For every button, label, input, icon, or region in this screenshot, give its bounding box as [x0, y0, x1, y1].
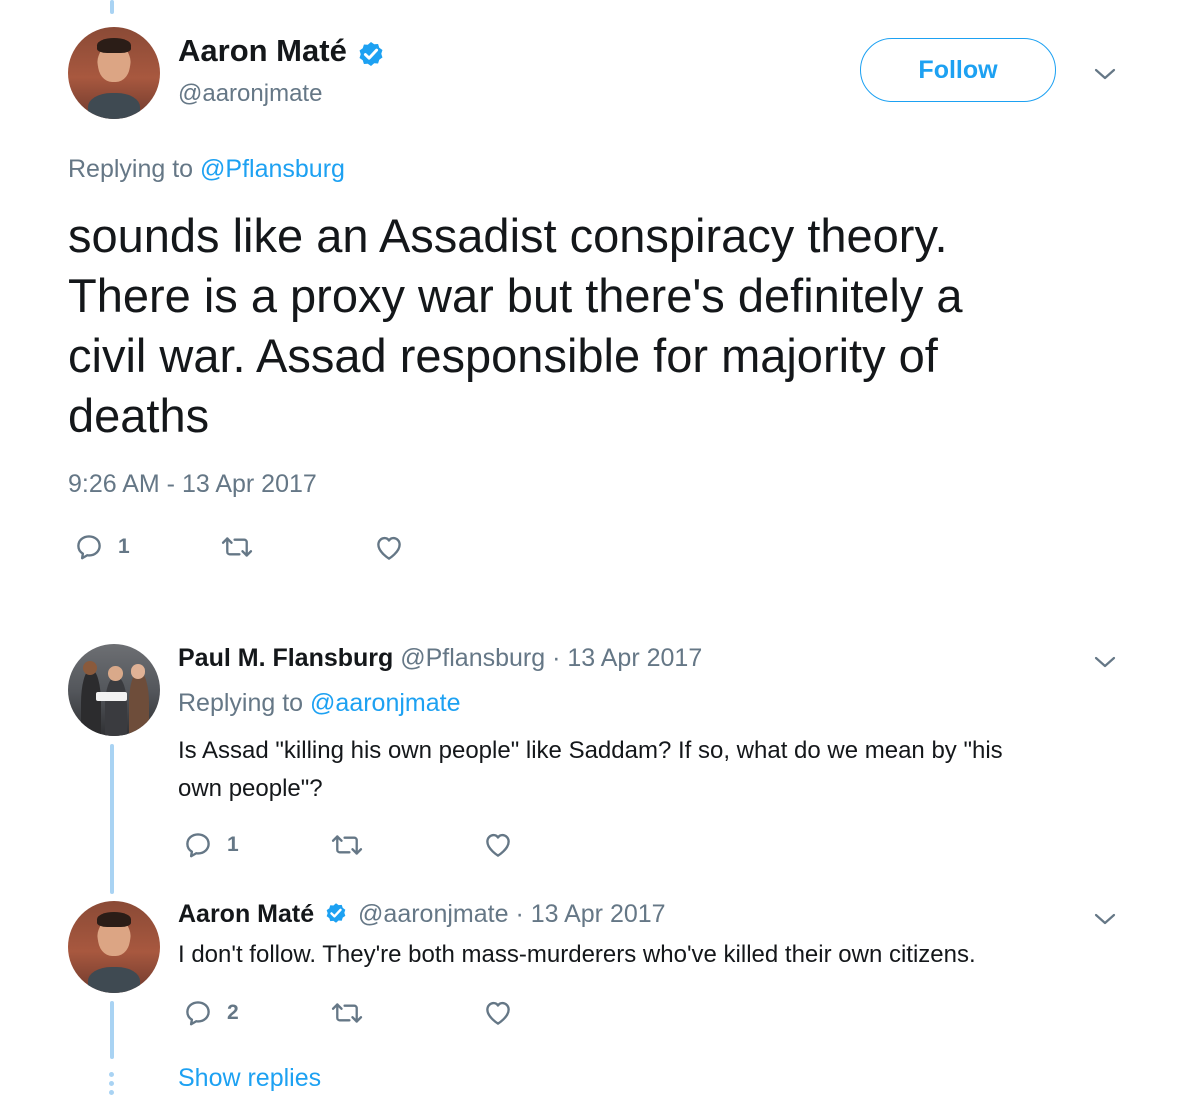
replying-to: Replying to @Pflansburg	[68, 155, 345, 184]
reply-action[interactable]: 2	[183, 998, 239, 1028]
thread-line	[110, 1001, 114, 1059]
retweet-icon[interactable]	[330, 830, 364, 860]
tweet-text-line: There is a proxy war but there's definit…	[68, 269, 963, 322]
handle[interactable]: @Pflansburg	[400, 644, 545, 672]
like-icon[interactable]	[482, 830, 514, 860]
handle[interactable]: @aaronjmate	[358, 900, 508, 928]
replying-to-link[interactable]: @Pflansburg	[200, 155, 345, 183]
verified-badge-icon	[359, 41, 383, 66]
reply-text-line: Is Assad "killing his own people" like S…	[178, 737, 1003, 764]
reply-count: 2	[227, 1001, 239, 1024]
thread-line-top	[110, 0, 114, 14]
reply-text: I don't follow. They're both mass-murder…	[178, 941, 976, 968]
reply-icon	[186, 1001, 210, 1026]
tweet-text-line: civil war. Assad responsible for majorit…	[68, 329, 938, 382]
tweet-text-line: deaths	[68, 389, 210, 442]
chevron-down-icon[interactable]	[1093, 650, 1117, 674]
replying-to-link[interactable]: @aaronjmate	[310, 689, 460, 717]
chevron-down-icon[interactable]	[1093, 62, 1117, 86]
reply-action[interactable]: 1	[74, 532, 130, 562]
reply-icon	[186, 833, 210, 858]
reply-count: 1	[227, 833, 239, 856]
tweet-date[interactable]: · 13 Apr 2017	[515, 900, 665, 928]
main-tweet-text: sounds like an Assadist conspiracy theor…	[68, 206, 963, 446]
more-dots-icon	[109, 1072, 115, 1095]
display-name[interactable]: Aaron Maté	[178, 33, 347, 68]
replying-prefix: Replying to	[68, 155, 194, 183]
show-replies-link[interactable]: Show replies	[178, 1064, 321, 1093]
reply-header: Paul M. Flansburg @Pflansburg · 13 Apr 2…	[178, 644, 702, 673]
main-tweet-header: Aaron Maté	[178, 33, 387, 70]
avatar[interactable]	[68, 644, 160, 736]
reply-text: Is Assad "killing his own people" like S…	[178, 732, 1003, 808]
handle[interactable]: @aaronjmate	[178, 80, 322, 108]
reply-icon	[77, 535, 101, 560]
thread-line	[110, 744, 114, 894]
replying-prefix: Replying to	[178, 689, 304, 717]
reply-header: Aaron Maté @aaronjmate · 13 Apr 2017	[178, 900, 666, 929]
display-name[interactable]: Paul M. Flansburg	[178, 644, 393, 672]
avatar[interactable]	[68, 27, 160, 119]
retweet-icon[interactable]	[330, 998, 364, 1028]
reply-action[interactable]: 1	[183, 830, 239, 860]
follow-button[interactable]: Follow	[860, 38, 1056, 102]
reply-count: 1	[118, 535, 130, 558]
like-icon[interactable]	[482, 998, 514, 1028]
avatar[interactable]	[68, 901, 160, 993]
display-name[interactable]: Aaron Maté	[178, 900, 314, 928]
like-icon[interactable]	[373, 533, 405, 563]
retweet-icon[interactable]	[220, 532, 254, 562]
chevron-down-icon[interactable]	[1093, 907, 1117, 931]
timestamp[interactable]: 9:26 AM - 13 Apr 2017	[68, 470, 317, 499]
reply-text-line: own people"?	[178, 775, 323, 802]
tweet-text-line: sounds like an Assadist conspiracy theor…	[68, 209, 948, 262]
tweet-date[interactable]: · 13 Apr 2017	[552, 644, 702, 672]
replying-to: Replying to @aaronjmate	[178, 689, 460, 718]
verified-badge-icon	[326, 903, 346, 923]
